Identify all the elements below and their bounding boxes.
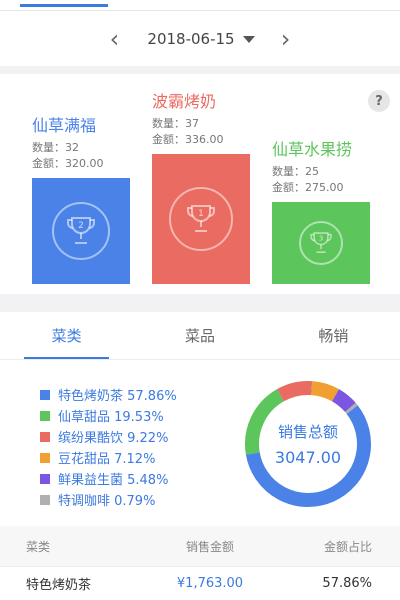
legend-item: 豆花甜品 7.12%: [40, 447, 177, 468]
product-amount: 金额：320.00: [32, 157, 104, 170]
category-tabs: 菜类 菜品 畅销: [0, 312, 400, 360]
column-header-amount: 销售金额: [185, 539, 234, 554]
trophy-rank: 1: [198, 209, 204, 219]
legend-swatch: [40, 473, 50, 484]
product-quantity: 数量：32: [32, 141, 79, 154]
help-icon[interactable]: ?: [368, 90, 390, 112]
product-quantity: 数量：25: [272, 165, 319, 178]
legend-item: 鲜果益生菌 5.48%: [40, 468, 177, 489]
tab-category[interactable]: 菜类: [0, 312, 133, 359]
legend-swatch: [40, 431, 50, 442]
podium-product-1: 波霸烤奶 数量：37 金额：336.00: [152, 92, 224, 148]
legend-item: 特调咖啡 0.79%: [40, 489, 177, 510]
product-name: 波霸烤奶: [152, 92, 217, 111]
podium-bar-1[interactable]: 1: [152, 154, 250, 284]
top-products-podium: ? 仙草满福 数量：32 金额：320.00 2 波霸烤奶 数量：37 金额：3…: [0, 74, 400, 294]
product-name: 仙草水果捞: [272, 140, 353, 159]
trophy-icon: 3: [299, 221, 343, 265]
sales-breakdown: 特色烤奶茶 57.86% 仙草甜品 19.53% 缤纷果酷饮 9.22% 豆花甜品 7…: [0, 360, 400, 526]
divider: [0, 10, 400, 11]
trophy-icon: 1: [169, 187, 233, 251]
trophy-rank: 3: [319, 235, 323, 243]
prev-date-button[interactable]: ‹: [99, 24, 129, 54]
active-tab-indicator: [20, 4, 108, 7]
tab-bestseller[interactable]: 畅销: [267, 312, 400, 359]
legend-item: 缤纷果酷饮 9.22%: [40, 426, 177, 447]
podium-bar-2[interactable]: 2: [32, 178, 130, 284]
product-amount: 金额：336.00: [152, 133, 224, 146]
date-navigator: ‹ 2018-06-15 ›: [0, 12, 400, 66]
product-name: 仙草满福: [32, 116, 97, 135]
donut-center: 销售总额 3047.00: [244, 380, 372, 508]
product-quantity: 数量：37: [152, 117, 199, 130]
legend-label: 特调咖啡 0.79%: [58, 494, 156, 509]
legend-label: 缤纷果酷饮 9.22%: [58, 431, 169, 446]
product-amount: 金额：275.00: [272, 181, 344, 194]
caret-down-icon[interactable]: [242, 35, 255, 43]
trophy-rank: 2: [78, 221, 84, 231]
podium-bar-3[interactable]: 3: [272, 202, 370, 284]
row-amount: ¥1,763.00: [176, 576, 244, 591]
legend-label: 鲜果益生菌 5.48%: [58, 473, 169, 488]
legend-label: 特色烤奶茶 57.86%: [58, 389, 177, 404]
podium-product-2: 仙草满福 数量：32 金额：320.00: [32, 116, 104, 172]
row-share: 57.86%: [322, 576, 372, 591]
row-category: 特色烤奶茶: [26, 578, 92, 593]
legend-swatch: [40, 452, 50, 463]
podium-product-3: 仙草水果捞 数量：25 金额：275.00: [272, 140, 352, 196]
chevron-left-icon: ‹: [109, 25, 120, 53]
tab-dish[interactable]: 菜品: [133, 312, 266, 359]
total-sales-value: 3047.00: [274, 448, 342, 467]
column-header-share: 金额占比: [323, 539, 372, 554]
current-date[interactable]: 2018-06-15: [147, 30, 234, 48]
column-header-category: 菜类: [26, 539, 51, 554]
trophy-icon: 2: [52, 202, 110, 260]
table-row[interactable]: 特色烤奶茶 ¥1,763.00 57.86%: [0, 566, 400, 600]
top-tab-strip: [0, 0, 400, 12]
chevron-right-icon: ›: [280, 25, 291, 53]
legend-swatch: [40, 410, 50, 421]
total-sales-label: 销售总额: [277, 423, 338, 441]
legend-item: 特色烤奶茶 57.86%: [40, 384, 177, 405]
table-header: 菜类 销售金额 金额占比: [0, 526, 400, 566]
legend-label: 豆花甜品 7.12%: [58, 452, 156, 467]
legend-label: 仙草甜品 19.53%: [58, 410, 164, 425]
breakdown-legend: 特色烤奶茶 57.86% 仙草甜品 19.53% 缤纷果酷饮 9.22% 豆花甜品 7…: [40, 384, 177, 510]
legend-swatch: [40, 389, 50, 400]
next-date-button[interactable]: ›: [271, 24, 301, 54]
legend-item: 仙草甜品 19.53%: [40, 405, 177, 426]
legend-swatch: [40, 494, 50, 505]
